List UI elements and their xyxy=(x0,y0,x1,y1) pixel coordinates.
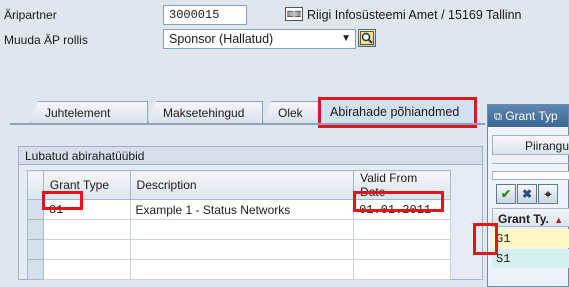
valid-from-cell[interactable] xyxy=(353,239,451,260)
role-select-value: Sponsor (Hallatud) xyxy=(169,32,274,46)
grant-type-cell[interactable] xyxy=(42,259,131,280)
description-cell xyxy=(129,219,355,240)
tab-maksetehingud[interactable]: Maksetehingud xyxy=(148,101,263,123)
table-row[interactable] xyxy=(27,259,451,280)
cancel-button[interactable]: ✖ xyxy=(517,184,537,204)
tab-strip-line xyxy=(10,123,485,125)
popup-column-header[interactable]: Grant Ty. ▲ xyxy=(492,208,569,227)
tab-olek[interactable]: Olek xyxy=(263,101,320,123)
popup-input[interactable] xyxy=(492,171,569,180)
magnifier-icon xyxy=(360,31,374,45)
partner-field[interactable]: 3000015 xyxy=(163,5,247,25)
grant-types-table: Grant Type Description Valid From Date G… xyxy=(27,170,451,280)
column-description[interactable]: Description xyxy=(129,170,355,200)
popup-title-bar: ⧉ Grant Typ xyxy=(488,105,568,127)
row-selector[interactable] xyxy=(27,239,44,260)
description-cell xyxy=(129,239,355,260)
find-button[interactable]: ⌖ xyxy=(538,184,558,204)
select-all-cell[interactable] xyxy=(27,170,44,200)
close-icon: ✖ xyxy=(521,187,533,201)
description-cell: Example 1 - Status Networks xyxy=(129,199,355,220)
confirm-button[interactable]: ✔ xyxy=(496,184,516,204)
binoculars-icon: ⌖ xyxy=(544,186,552,201)
popup-divider xyxy=(492,163,569,164)
tab-juhtelement[interactable]: Juhtelement xyxy=(30,101,148,123)
table-row[interactable] xyxy=(27,219,451,240)
group-title: Lubatud abirahatüübid xyxy=(19,147,482,165)
grant-type-cell[interactable] xyxy=(42,219,131,240)
partner-name: Riigi Infosüsteemi Amet / 15169 Tallinn xyxy=(307,8,522,22)
display-details-button[interactable] xyxy=(358,29,376,47)
partner-label: Äripartner xyxy=(4,8,57,22)
popup-g1-highlight xyxy=(473,223,498,255)
row-selector[interactable] xyxy=(27,259,44,280)
valid-from-cell[interactable] xyxy=(353,259,451,280)
valid-from-highlight xyxy=(353,191,444,212)
valid-from-cell[interactable] xyxy=(353,219,451,240)
grant-type-cell[interactable] xyxy=(42,239,131,260)
grant-type-popup: ⧉ Grant Typ Piirangu ✔ ✖ ⌖ Grant Ty. ▲ G… xyxy=(487,104,569,287)
table-row[interactable] xyxy=(27,239,451,260)
role-label: Muuda ÄP rollis xyxy=(4,33,88,47)
chevron-down-icon[interactable]: ▼ xyxy=(341,33,351,44)
role-select[interactable]: Sponsor (Hallatud) ▼ xyxy=(163,29,356,49)
building-icon: ▥▥ xyxy=(285,7,303,21)
list-item[interactable]: G1 xyxy=(492,229,569,248)
row-selector[interactable] xyxy=(27,199,44,220)
check-icon: ✔ xyxy=(500,187,512,201)
window-icon: ⧉ xyxy=(494,111,502,123)
sort-asc-icon: ▲ xyxy=(554,215,564,225)
popup-column-label: Grant Ty. xyxy=(498,212,549,226)
row-selector[interactable] xyxy=(27,219,44,240)
list-item[interactable]: S1 xyxy=(492,249,569,268)
popup-title: Grant Typ xyxy=(505,109,558,123)
grant-type-highlight xyxy=(42,191,83,210)
popup-tab-restrictions[interactable]: Piirangu xyxy=(492,135,569,155)
description-cell xyxy=(129,259,355,280)
